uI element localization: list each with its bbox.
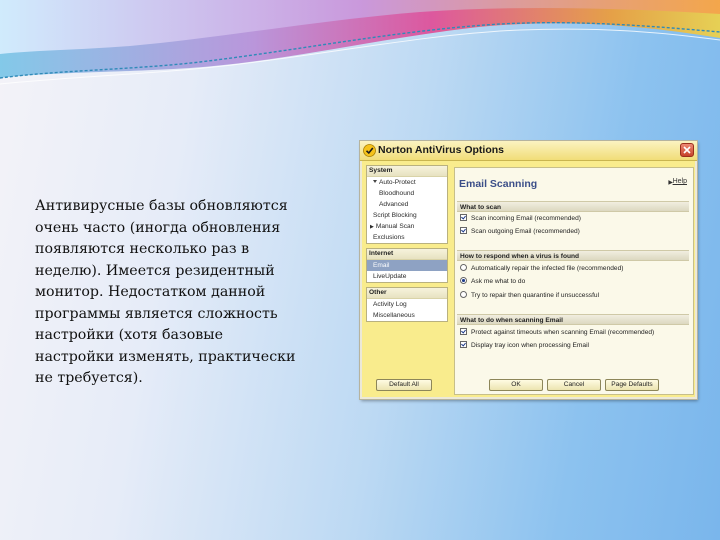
window-body: System Auto-Protect Bloodhound Advanced … [362,161,695,397]
title-bar[interactable]: Norton AntiVirus Options [360,141,697,161]
sidebar-item-label: Manual Scan [375,223,415,230]
page-defaults-button[interactable]: Page Defaults [605,379,659,391]
panel-title: Email Scanning [459,178,538,190]
sidebar-item-label: Exclusions [373,234,405,241]
sidebar-item-email[interactable]: Email [367,260,447,271]
default-all-button[interactable]: Default All [376,379,432,391]
option-ask-me[interactable]: Ask me what to do [460,277,525,287]
checkbox[interactable] [460,214,467,221]
sidebar-group-system: System Auto-Protect Bloodhound Advanced … [366,165,448,244]
option-label: Try to repair then quarantine if unsucce… [471,292,600,299]
checkbox[interactable] [460,328,467,335]
option-label: Protect against timeouts when scanning E… [471,329,655,336]
option-scan-outgoing[interactable]: Scan outgoing Email (recommended) [460,227,580,237]
sidebar-item-label: Advanced [379,201,409,208]
close-icon [683,146,691,154]
sidebar-group-other: Other Activity Log Miscellaneous [366,287,448,322]
radio-button[interactable] [460,264,467,271]
sidebar-item-manual-scan[interactable]: ▶ Manual Scan [367,221,447,232]
section-header-what-to-scan: What to scan [457,201,689,212]
close-button[interactable] [680,143,694,157]
sidebar-item-label: Miscellaneous [373,312,415,319]
window-title: Norton AntiVirus Options [378,144,504,156]
checkbox[interactable] [460,341,467,348]
option-label: Automatically repair the infected file (… [471,265,624,272]
sidebar-item-script-blocking[interactable]: Script Blocking [367,210,447,221]
sidebar-item-label: Activity Log [373,301,407,308]
section-header-virus-response: How to respond when a virus is found [457,250,689,261]
help-link[interactable]: Help [673,178,687,185]
option-repair-quarantine[interactable]: Try to repair then quarantine if unsucce… [460,291,599,301]
sidebar-group-internet: Internet Email LiveUpdate [366,248,448,283]
sidebar-item-label: Bloodhound [379,190,415,197]
option-label: Scan outgoing Email (recommended) [471,228,580,235]
sidebar-item-label: Auto-Protect [379,179,416,186]
sidebar-item-advanced[interactable]: Advanced [367,199,447,210]
collapsed-arrow-icon: ▶ [370,224,374,230]
sidebar-item-label: LiveUpdate [373,273,407,280]
option-scan-incoming[interactable]: Scan incoming Email (recommended) [460,214,581,224]
sidebar-item-exclusions[interactable]: Exclusions [367,232,447,243]
sidebar-group-header: Internet [367,249,447,260]
ok-button[interactable]: OK [489,379,543,391]
email-scanning-panel: Email Scanning ▶ Help What to scan Scan … [454,167,694,395]
section-header-scanning-behavior: What to do when scanning Email [457,314,689,325]
option-protect-timeouts[interactable]: Protect against timeouts when scanning E… [460,328,654,338]
slide-body-text: Антивирусные базы обновляются очень част… [35,198,296,386]
sidebar-item-auto-protect[interactable]: Auto-Protect [367,177,447,188]
radio-button[interactable] [460,277,467,284]
norton-logo-icon [363,144,376,157]
option-label: Ask me what to do [471,278,526,285]
option-auto-repair[interactable]: Automatically repair the infected file (… [460,264,623,274]
option-label: Scan incoming Email (recommended) [471,215,581,222]
radio-button[interactable] [460,291,467,298]
sidebar-item-liveupdate[interactable]: LiveUpdate [367,271,447,282]
checkbox[interactable] [460,227,467,234]
sidebar-item-miscellaneous[interactable]: Miscellaneous [367,310,447,321]
expand-arrow-icon [373,180,377,183]
sidebar-item-bloodhound[interactable]: Bloodhound [367,188,447,199]
sidebar-item-label: Script Blocking [373,212,417,219]
sidebar-group-header: System [367,166,447,177]
sidebar-group-header: Other [367,288,447,299]
sidebar-item-activity-log[interactable]: Activity Log [367,299,447,310]
sidebar-item-label: Email [373,262,390,269]
cancel-button[interactable]: Cancel [547,379,601,391]
option-label: Display tray icon when processing Email [471,342,590,349]
options-sidebar: System Auto-Protect Bloodhound Advanced … [366,165,448,326]
options-window: Norton AntiVirus Options System Auto-Pro… [360,141,697,399]
option-display-tray-icon[interactable]: Display tray icon when processing Email [460,341,589,351]
